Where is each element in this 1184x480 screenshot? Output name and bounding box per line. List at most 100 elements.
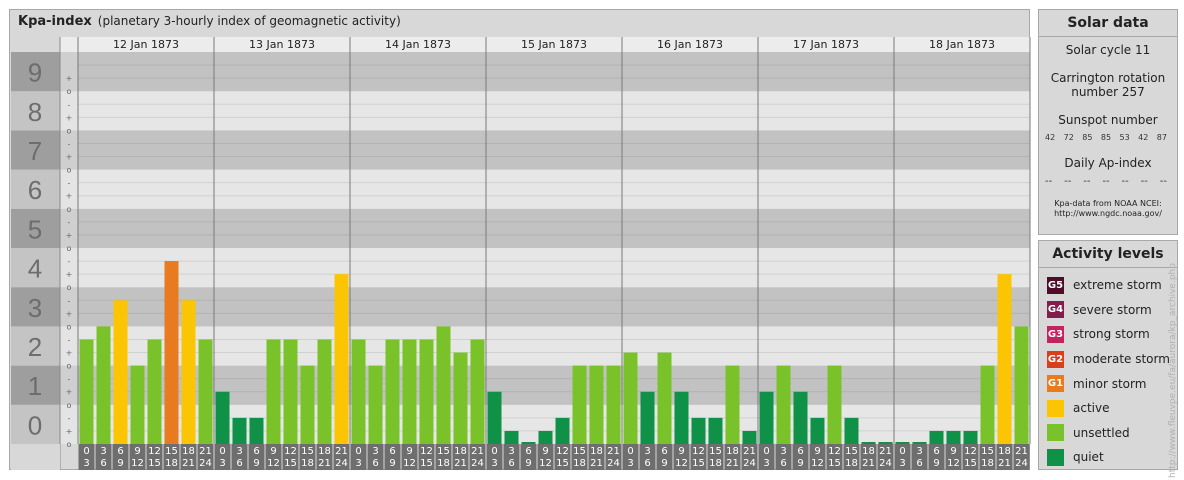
interval-start-label: 0 (219, 446, 225, 457)
day-label: 13 Jan 1873 (249, 38, 315, 51)
kp-bar (198, 339, 213, 444)
interval-end-label: 21 (454, 458, 467, 469)
level-label: severe storm (1073, 302, 1152, 317)
y-subtick-label: + (66, 270, 73, 279)
kp-bar (844, 417, 859, 444)
level-swatch (1047, 448, 1064, 466)
interval-start-label: 9 (134, 446, 140, 457)
y-tick-label: 2 (28, 332, 42, 362)
interval-end-label: 9 (525, 458, 531, 469)
interval-end-label: 21 (998, 458, 1011, 469)
interval-end-label: 12 (267, 458, 280, 469)
interval-start-label: 9 (542, 446, 548, 457)
kp-bar (827, 365, 842, 444)
kp-bar (402, 339, 417, 444)
interval-end-label: 12 (675, 458, 688, 469)
interval-end-label: 18 (301, 458, 314, 469)
interval-start-label: 12 (284, 446, 297, 457)
ap-value: -- (1045, 176, 1053, 187)
y-subaxis-band (60, 248, 78, 288)
interval-start-label: 9 (270, 446, 276, 457)
y-subtick-label: o (67, 362, 72, 371)
interval-end-label: 18 (709, 458, 722, 469)
interval-end-label: 9 (389, 458, 395, 469)
interval-end-label: 12 (131, 458, 144, 469)
kp-bar (606, 365, 621, 444)
y-tick-label: 5 (28, 214, 42, 244)
interval-start-label: 6 (661, 446, 667, 457)
kp-bar (487, 391, 502, 444)
interval-end-label: 15 (148, 458, 161, 469)
interval-start-label: 0 (627, 446, 633, 457)
interval-start-label: 15 (301, 446, 314, 457)
plot-band (78, 287, 1030, 327)
level-swatch (1047, 399, 1064, 417)
interval-end-label: 15 (284, 458, 297, 469)
activity-level-item: G1 minor storm (1039, 371, 1177, 396)
y-subtick-label: - (68, 139, 71, 148)
interval-start-label: 15 (437, 446, 450, 457)
y-subtick-label: - (68, 375, 71, 384)
y-subtick-label: + (66, 231, 73, 240)
interval-start-label: 15 (981, 446, 994, 457)
interval-start-label: 18 (590, 446, 603, 457)
kpa-chart: 0123456789o+-o+-o+-o+-o+-o+-o+-o+-o+-o+1… (11, 37, 1031, 470)
interval-end-label: 15 (828, 458, 841, 469)
sunspot-value: 85 (1100, 133, 1112, 142)
kp-bar (113, 300, 128, 444)
interval-end-label: 24 (1015, 458, 1028, 469)
interval-end-label: 6 (100, 458, 106, 469)
interval-end-label: 9 (253, 458, 259, 469)
sunspot-value: 72 (1063, 133, 1074, 142)
interval-start-label: 12 (148, 446, 161, 457)
level-label: minor storm (1073, 376, 1147, 391)
day-label: 14 Jan 1873 (385, 38, 451, 51)
interval-start-label: 21 (335, 446, 348, 457)
sunspot-value: 85 (1082, 133, 1093, 142)
interval-start-label: 3 (644, 446, 650, 457)
interval-end-label: 12 (403, 458, 416, 469)
interval-end-label: 21 (182, 458, 195, 469)
kp-bar (368, 365, 383, 444)
sunspot-values: 42 72 85 85 53 42 87 (1039, 133, 1177, 142)
plot-band (78, 52, 1030, 92)
ap-value: -- (1159, 176, 1167, 187)
y-subtick-label: o (67, 166, 72, 175)
interval-end-label: 24 (607, 458, 620, 469)
kp-bar (674, 391, 689, 444)
interval-start-label: 21 (743, 446, 756, 457)
y-subtick-label: + (66, 74, 73, 83)
interval-start-label: 12 (964, 446, 977, 457)
kp-bar (878, 442, 893, 444)
interval-end-label: 15 (420, 458, 433, 469)
interval-end-label: 6 (508, 458, 514, 469)
kp-bar (1014, 326, 1029, 444)
sunspot-label: Sunspot number (1058, 113, 1158, 127)
y-subtick-label: o (67, 401, 72, 410)
activity-level-item: unsettled (1039, 421, 1177, 446)
interval-end-label: 9 (661, 458, 667, 469)
kp-bar (181, 300, 196, 444)
interval-start-label: 21 (1015, 446, 1028, 457)
kp-bar (742, 430, 757, 444)
kp-bar (912, 442, 927, 444)
y-subaxis-band (60, 52, 78, 92)
interval-start-label: 0 (899, 446, 905, 457)
data-source-link[interactable]: http://www.ngdc.noaa.gov/ (1039, 209, 1177, 219)
interval-start-label: 3 (508, 446, 514, 457)
day-label: 17 Jan 1873 (793, 38, 859, 51)
interval-start-label: 21 (607, 446, 620, 457)
kp-bar (929, 430, 944, 444)
ap-label: Daily Ap-index (1064, 156, 1152, 170)
y-subtick-label: - (68, 335, 71, 344)
kp-bar (538, 430, 553, 444)
interval-end-label: 24 (335, 458, 348, 469)
chart-title-main: Kpa-index (18, 14, 92, 29)
kp-bar (640, 391, 655, 444)
interval-end-label: 6 (916, 458, 922, 469)
y-tick-label: 0 (28, 410, 42, 440)
level-label: unsettled (1073, 425, 1130, 440)
kp-bar (164, 261, 179, 444)
kp-bar (96, 326, 111, 444)
activity-level-item: quiet (1039, 445, 1177, 470)
